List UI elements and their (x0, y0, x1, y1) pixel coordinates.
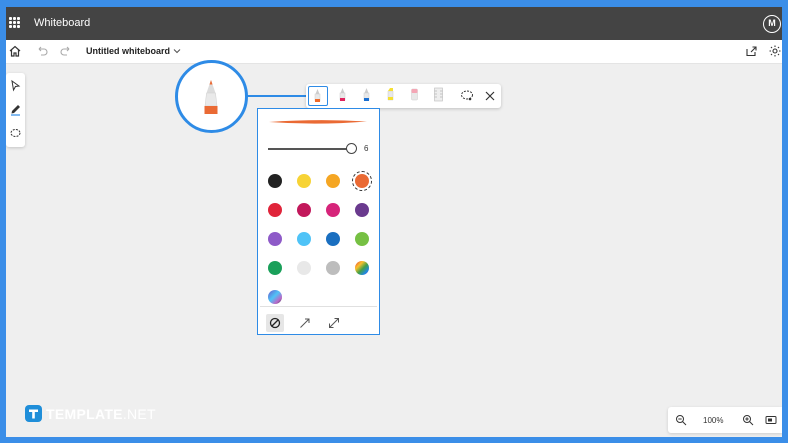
blue-pen-tool[interactable] (358, 86, 378, 106)
orange-pen-icon (204, 80, 218, 114)
thickness-value: 6 (364, 144, 369, 153)
color-swatch[interactable] (268, 174, 282, 188)
settings-icon[interactable] (768, 44, 782, 58)
highlighter-tool[interactable] (382, 86, 402, 106)
pink-pen-tool[interactable] (334, 86, 354, 106)
pen-settings-panel: 6 (257, 108, 380, 335)
fit-to-screen-icon[interactable] (765, 414, 777, 426)
arrow-both-icon (329, 318, 339, 328)
color-swatch[interactable] (352, 171, 372, 191)
app-title: Whiteboard (34, 17, 91, 29)
thickness-slider-track[interactable] (268, 148, 356, 150)
zoom-out-icon[interactable] (675, 414, 687, 426)
left-tool-rail (6, 73, 25, 147)
no-arrow-icon (269, 317, 281, 329)
whiteboard-window: Whiteboard M Untitled whiteboard 6 TEMPL… (6, 7, 782, 437)
tip-arrow-both-button[interactable] (325, 314, 343, 332)
ruler-tool[interactable] (430, 86, 450, 106)
pen-toolbar (306, 84, 501, 108)
brand-text-suffix: .NET (122, 406, 156, 422)
app-launcher-icon[interactable] (9, 17, 20, 28)
swatch-galaxy[interactable] (268, 290, 282, 304)
color-swatch[interactable] (297, 261, 311, 275)
pen-icon (363, 88, 370, 101)
stroke-preview (269, 120, 367, 124)
highlighter-icon (387, 88, 394, 101)
pen-icon[interactable] (9, 103, 22, 116)
thickness-slider-thumb[interactable] (346, 143, 358, 154)
lasso-icon[interactable] (9, 127, 22, 140)
panel-divider (260, 306, 377, 307)
chevron-down-icon[interactable] (172, 46, 182, 56)
user-avatar[interactable]: M (763, 15, 781, 33)
color-swatch[interactable] (326, 203, 340, 217)
pen-icon (314, 89, 321, 102)
color-swatch[interactable] (268, 261, 282, 275)
pointer-icon[interactable] (9, 79, 22, 92)
color-swatch[interactable] (326, 261, 340, 275)
home-icon[interactable] (8, 44, 22, 58)
undo-icon[interactable] (35, 44, 49, 58)
color-swatch[interactable] (326, 232, 340, 246)
color-swatch[interactable] (268, 203, 282, 217)
color-swatch[interactable] (355, 232, 369, 246)
color-swatch[interactable] (326, 174, 340, 188)
callout-connector (246, 95, 308, 97)
brand-text-bold: TEMPLATE (46, 406, 123, 422)
color-swatch[interactable] (268, 232, 282, 246)
zoom-level[interactable]: 100% (703, 416, 723, 425)
pen-zoom-callout (175, 60, 248, 133)
document-title[interactable]: Untitled whiteboard (86, 46, 170, 56)
orange-pen-tool[interactable] (308, 86, 328, 106)
tip-arrow-end-button[interactable] (296, 314, 314, 332)
color-swatch[interactable] (297, 203, 311, 217)
swatch-rainbow[interactable] (355, 261, 369, 275)
eraser-icon (411, 88, 418, 101)
eraser-tool[interactable] (406, 86, 426, 106)
redo-icon[interactable] (59, 44, 73, 58)
zoom-in-icon[interactable] (742, 414, 754, 426)
pen-icon (339, 88, 346, 101)
ruler-icon (434, 87, 443, 102)
color-swatch[interactable] (297, 174, 311, 188)
color-swatch[interactable] (355, 203, 369, 217)
template-logo-icon (25, 405, 42, 422)
lasso-select-icon[interactable] (458, 87, 476, 105)
zoom-bar: 100% (668, 407, 782, 433)
command-bar: Untitled whiteboard (6, 40, 782, 64)
close-icon[interactable] (482, 88, 498, 104)
tip-no-arrow-button[interactable] (266, 314, 284, 332)
arrow-end-icon (300, 318, 310, 328)
color-swatch[interactable] (297, 232, 311, 246)
share-icon[interactable] (744, 44, 758, 58)
title-bar: Whiteboard M (6, 7, 782, 40)
